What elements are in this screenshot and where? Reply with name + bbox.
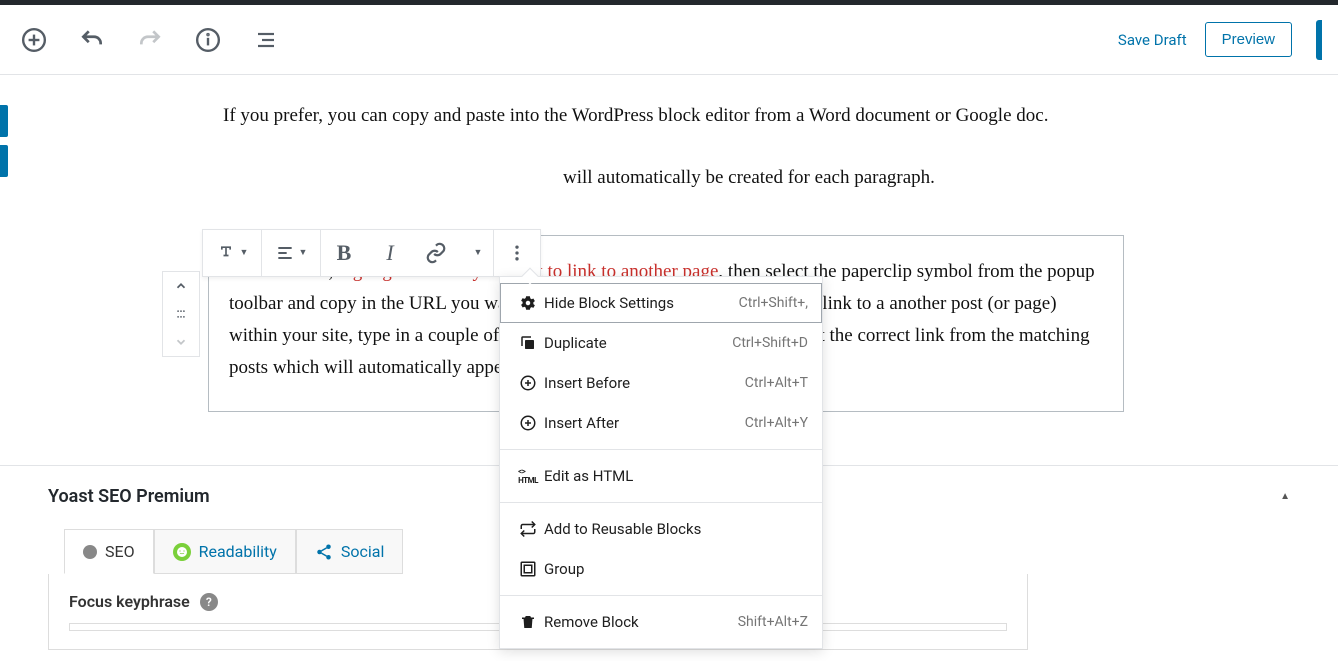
reusable-icon (514, 520, 542, 538)
paragraph-block[interactable]: If you prefer, you can copy and paste in… (223, 100, 1115, 132)
menu-shortcut: Ctrl+Alt+T (745, 375, 808, 391)
undo-button[interactable] (74, 22, 110, 58)
block-options-button[interactable] (494, 230, 540, 276)
menu-label: Insert Before (542, 374, 745, 392)
bold-button[interactable]: B (321, 230, 367, 276)
save-draft-link[interactable]: Save Draft (1118, 31, 1187, 49)
menu-remove-block[interactable]: Remove Block Shift+Alt+Z (500, 602, 822, 642)
tab-label: Readability (199, 542, 277, 561)
redo-button[interactable] (132, 22, 168, 58)
copy-icon (514, 334, 542, 352)
block-toolbar: ▼ ▼ B I ▼ (202, 229, 541, 277)
menu-insert-after[interactable]: Insert After Ctrl+Alt+Y (500, 403, 822, 443)
align-button[interactable]: ▼ (262, 230, 320, 276)
yoast-tab-seo[interactable]: SEO (64, 529, 154, 574)
publish-button-edge[interactable] (1316, 20, 1322, 60)
menu-shortcut: Ctrl+Shift+D (732, 335, 808, 351)
menu-group[interactable]: Group (500, 549, 822, 589)
preview-button[interactable]: Preview (1205, 22, 1292, 57)
tab-label: Social (341, 542, 384, 561)
gear-icon (514, 294, 542, 312)
menu-separator (500, 449, 822, 450)
menu-add-reusable[interactable]: Add to Reusable Blocks (500, 509, 822, 549)
tab-label: SEO (105, 542, 135, 561)
block-mover (162, 271, 200, 357)
italic-button[interactable]: I (367, 230, 413, 276)
trash-icon (514, 613, 542, 631)
info-button[interactable] (190, 22, 226, 58)
menu-separator (500, 595, 822, 596)
menu-label: Add to Reusable Blocks (542, 520, 808, 538)
editor-header: Save Draft Preview (0, 5, 1338, 75)
menu-label: Group (542, 560, 808, 578)
block-type-button[interactable]: ▼ (203, 230, 261, 276)
insert-after-icon (514, 414, 542, 432)
share-icon (315, 543, 333, 561)
paragraph-block[interactable]: will automatically be created for each p… (223, 162, 1115, 194)
seo-score-indicator (83, 545, 97, 559)
link-button[interactable] (413, 230, 459, 276)
menu-shortcut: Shift+Alt+Z (738, 614, 808, 630)
menu-shortcut: Ctrl+Alt+Y (745, 415, 808, 431)
menu-label: Remove Block (542, 613, 738, 631)
yoast-tab-social[interactable]: Social (296, 529, 403, 574)
move-up-button[interactable] (163, 272, 199, 300)
menu-label: Edit as HTML (542, 467, 808, 485)
collapse-icon: ▲ (1280, 491, 1290, 502)
add-block-button[interactable] (16, 22, 52, 58)
menu-label: Insert After (542, 414, 745, 432)
yoast-tab-readability[interactable]: Readability (154, 529, 296, 574)
more-richtext-button[interactable]: ▼ (459, 230, 493, 276)
yoast-title: Yoast SEO Premium (48, 486, 210, 507)
html-icon: <>HTML (514, 467, 542, 485)
menu-label: Duplicate (542, 334, 732, 352)
menu-insert-before[interactable]: Insert Before Ctrl+Alt+T (500, 363, 822, 403)
menu-edit-html[interactable]: <>HTML Edit as HTML (500, 456, 822, 496)
menu-separator (500, 502, 822, 503)
move-down-button[interactable] (163, 328, 199, 356)
editor-content: If you prefer, you can copy and paste in… (0, 75, 1338, 412)
drag-handle[interactable] (163, 300, 199, 328)
focus-keyphrase-label: Focus keyphrase (69, 592, 190, 611)
menu-shortcut: Ctrl+Shift+, (739, 295, 808, 311)
insert-before-icon (514, 374, 542, 392)
menu-label: Hide Block Settings (542, 294, 739, 312)
block-options-dropdown: Hide Block Settings Ctrl+Shift+, Duplica… (499, 276, 823, 649)
readability-score-indicator (173, 543, 191, 561)
outline-button[interactable] (248, 22, 284, 58)
group-icon (514, 560, 542, 578)
menu-duplicate[interactable]: Duplicate Ctrl+Shift+D (500, 323, 822, 363)
menu-hide-block-settings[interactable]: Hide Block Settings Ctrl+Shift+, (500, 283, 822, 323)
help-icon[interactable]: ? (200, 593, 218, 611)
